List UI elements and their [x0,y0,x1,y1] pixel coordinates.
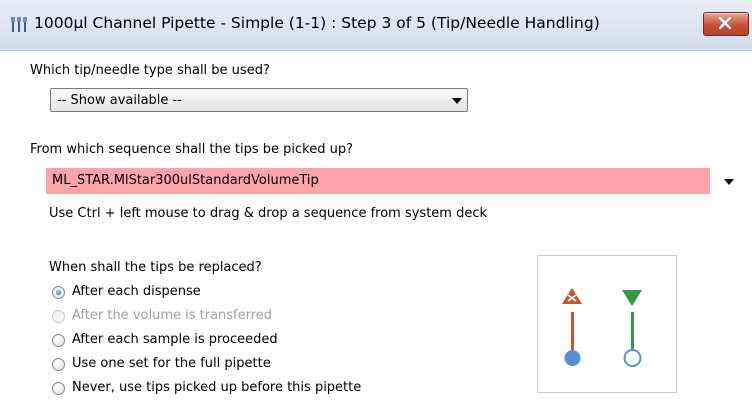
radio-label: After each sample is proceeded [72,332,278,347]
tip-type-question: Which tip/needle type shall be used? [30,63,270,78]
chevron-down-icon [452,98,462,104]
pipette-channel-icon [11,17,27,32]
replace-question: When shall the tips be replaced? [49,260,262,275]
sequence-question: From which sequence shall the tips be pi… [30,142,354,157]
tip-illustration-panel [537,255,677,393]
sequence-dropdown-button[interactable] [716,168,742,194]
close-button[interactable] [703,12,749,36]
chevron-down-icon [724,179,734,185]
tip-eject-icon [562,288,582,366]
tip-type-select[interactable]: -- Show available -- [50,88,468,112]
sequence-value: ML_STAR.MlStar300ulStandardVolumeTip [52,173,319,188]
wizard-body: Which tip/needle type shall be used? -- … [0,51,752,412]
radio-button[interactable] [52,382,65,395]
radio-label: After each dispense [72,284,201,299]
tip-type-selected-value: -- Show available -- [57,93,182,108]
radio-button[interactable] [52,334,65,347]
window-title: 1000µl Channel Pipette - Simple (1-1) : … [34,14,600,32]
sequence-hint: Use Ctrl + left mouse to drag & drop a s… [49,206,488,221]
sequence-input[interactable]: ML_STAR.MlStar300ulStandardVolumeTip [46,168,710,194]
radio-button[interactable] [52,358,65,371]
tip-pickup-icon [622,290,642,367]
radio-label: Use one set for the full pipette [72,356,271,371]
close-icon [718,17,732,29]
radio-button [52,310,65,323]
radio-button[interactable] [52,286,65,299]
radio-label: After the volume is transferred [72,308,273,323]
radio-label: Never, use tips picked up before this pi… [72,380,362,395]
title-bar: 1000µl Channel Pipette - Simple (1-1) : … [0,0,752,51]
